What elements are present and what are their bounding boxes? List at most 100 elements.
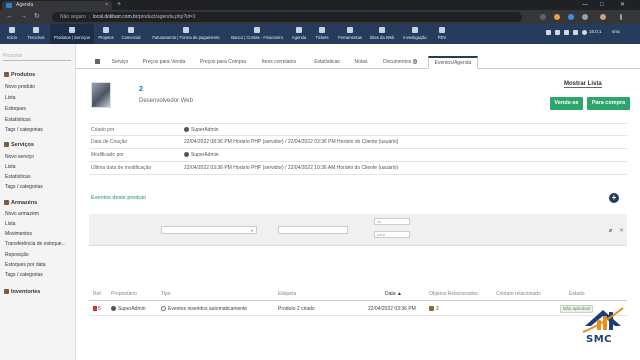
date-from-input[interactable]: de bbox=[374, 218, 410, 225]
table-row[interactable]: 5 SuperAdmin Eventos inseridos automatic… bbox=[89, 302, 627, 316]
menu-item-projetos[interactable]: Projetos bbox=[95, 24, 117, 44]
column-related-objects[interactable]: Objetos Relacionados bbox=[429, 287, 478, 301]
info-label: Modificado por bbox=[91, 152, 124, 158]
sidebar-link-tags[interactable]: Tags / categorias bbox=[5, 184, 43, 190]
tab-precos-compra[interactable]: Preços para Compra bbox=[194, 56, 252, 69]
close-window-icon[interactable]: ✕ bbox=[620, 0, 625, 10]
tab-itens-correlatos[interactable]: Itens correlatos bbox=[254, 56, 304, 69]
sidebar-link-estatisticas[interactable]: Estatísticas bbox=[5, 174, 31, 180]
print-icon[interactable] bbox=[555, 30, 560, 35]
home-icon bbox=[9, 27, 15, 33]
sell-status-button[interactable]: Vende-se bbox=[550, 97, 583, 110]
close-tab-icon[interactable]: × bbox=[105, 1, 108, 10]
url-host: local.dolibarr.com.br bbox=[92, 14, 138, 20]
date-to-input[interactable]: para bbox=[374, 231, 410, 238]
sidebar-search-input[interactable]: Procurar bbox=[3, 52, 71, 61]
menu-item-terceiros[interactable]: Terceiros bbox=[23, 24, 49, 44]
column-ref[interactable]: Ref. bbox=[93, 287, 102, 301]
event-ref-link[interactable]: 5 bbox=[93, 302, 101, 316]
tab-estatisticas[interactable]: Estatísticas bbox=[306, 56, 348, 69]
menu-icon[interactable] bbox=[620, 14, 622, 20]
sidebar-link-novo-servico[interactable]: Novo serviço bbox=[5, 154, 34, 160]
extension-icon[interactable] bbox=[554, 14, 560, 20]
product-icon bbox=[429, 306, 434, 311]
browser-tabbar: Agenda × + — □ ✕ bbox=[0, 0, 640, 10]
event-owner[interactable]: SuperAdmin bbox=[111, 302, 146, 316]
tab-home[interactable] bbox=[90, 56, 104, 69]
menu-item-faturamento[interactable]: Faturamento | Forma de pagamento bbox=[146, 24, 226, 44]
menu-item-inicio[interactable]: Início bbox=[3, 24, 21, 44]
buy-status-button[interactable]: Para compra bbox=[587, 97, 630, 110]
menu-item-produtos[interactable]: Produtos | Serviços bbox=[50, 24, 94, 44]
menu-item-investigacao[interactable]: Investigação bbox=[399, 24, 431, 44]
smc-logo-text: SMC bbox=[586, 334, 612, 345]
sidebar-link-estoques-data[interactable]: Estoques por data bbox=[5, 262, 46, 268]
sidebar-link-lista[interactable]: Lista bbox=[5, 95, 16, 101]
label-filter-input[interactable] bbox=[278, 226, 348, 234]
sidebar-section-inventories[interactable]: Inventories bbox=[4, 289, 40, 295]
maximize-icon[interactable]: □ bbox=[600, 0, 604, 10]
tab-documentos[interactable]: Documentos 0 bbox=[374, 56, 426, 69]
sidebar-link-movimentos[interactable]: Movimentos bbox=[5, 231, 32, 237]
minimize-icon[interactable]: — bbox=[582, 0, 588, 10]
column-date[interactable]: Data ▲ bbox=[385, 287, 402, 301]
bookmark-icon[interactable] bbox=[564, 30, 569, 35]
sidebar-link-estoques[interactable]: Estoques bbox=[5, 106, 26, 112]
tab-precos-venda[interactable]: Preços para Venda bbox=[136, 56, 192, 69]
product-photo[interactable] bbox=[91, 82, 111, 108]
tab-notas[interactable]: Notas bbox=[350, 56, 372, 69]
forward-icon[interactable]: → bbox=[20, 12, 27, 22]
column-label[interactable]: Etiqueta bbox=[278, 287, 296, 301]
column-type[interactable]: Tipo bbox=[161, 287, 171, 301]
menu-item-agenda[interactable]: Agenda bbox=[289, 24, 309, 44]
menu-item-banco[interactable]: Banco | Contas - Financeiro bbox=[227, 24, 287, 44]
type-filter-select[interactable]: ▾ bbox=[161, 226, 257, 234]
sidebar-link-novo-produto[interactable]: Novo produto bbox=[5, 84, 35, 90]
menu-item-sites[interactable]: Sites da Web bbox=[367, 24, 397, 44]
add-event-button[interactable]: + bbox=[609, 193, 619, 203]
show-list-link[interactable]: Mostrar Lista bbox=[564, 81, 602, 88]
lock-icon[interactable] bbox=[573, 30, 578, 35]
invoice-icon bbox=[183, 27, 189, 33]
sidebar-link-lista[interactable]: Lista bbox=[5, 164, 16, 170]
extension-icon[interactable] bbox=[540, 14, 546, 20]
clear-filter-icon[interactable]: ✕ bbox=[619, 227, 624, 234]
menu-item-tickets[interactable]: Tickets bbox=[311, 24, 333, 44]
info-row: Modificado por SuperAdmin bbox=[89, 149, 627, 162]
info-value: 22/04/2022 03:36 PM Horário PHP (servido… bbox=[184, 165, 399, 171]
event-type: Eventos inseridos automaticamente bbox=[161, 302, 247, 316]
extension-icon[interactable] bbox=[568, 14, 574, 20]
back-icon[interactable]: ← bbox=[6, 12, 13, 22]
profile-avatar[interactable] bbox=[600, 14, 606, 20]
cash-register-icon bbox=[439, 27, 445, 33]
sidebar-section-armazens[interactable]: Armazéns bbox=[4, 200, 37, 206]
sidebar-link-transferencia[interactable]: Transferência de estoque... bbox=[5, 241, 66, 247]
product-tabs: Serviço Preços para Venda Preços para Co… bbox=[76, 56, 640, 69]
user-menu[interactable]: smc bbox=[612, 29, 620, 34]
browser-tab[interactable]: Agenda × bbox=[2, 1, 112, 10]
sidebar-link-tags[interactable]: Tags / categorias bbox=[5, 272, 43, 278]
tab-servico[interactable]: Serviço bbox=[106, 56, 134, 69]
search-icon[interactable]: ⌕ bbox=[609, 228, 612, 235]
sidebar-link-reposicao[interactable]: Reposição bbox=[5, 252, 29, 258]
url-field[interactable]: Não seguro | local.dolibarr.com.br/produ… bbox=[52, 12, 522, 22]
sidebar-section-servicos[interactable]: Serviços bbox=[4, 142, 34, 148]
menu-item-comercial[interactable]: Comercial bbox=[118, 24, 144, 44]
reload-icon[interactable]: ↻ bbox=[34, 12, 40, 22]
menu-item-pdv[interactable]: PDV bbox=[434, 24, 450, 44]
info-icon[interactable] bbox=[582, 30, 587, 35]
event-related-link[interactable]: 2 bbox=[429, 302, 439, 316]
event-label: Produto 2 criado bbox=[278, 306, 315, 312]
new-tab-icon[interactable]: + bbox=[117, 1, 121, 9]
sidebar-link-novo-armazem[interactable]: Novo armazém bbox=[5, 211, 39, 217]
help-icon[interactable] bbox=[546, 30, 551, 35]
sidebar-link-estatisticas[interactable]: Estatísticas bbox=[5, 117, 31, 123]
puzzle-icon[interactable] bbox=[582, 14, 588, 20]
sidebar-link-lista[interactable]: Lista bbox=[5, 221, 16, 227]
sidebar-section-produtos[interactable]: Produtos bbox=[4, 72, 35, 78]
menu-item-ferramentas[interactable]: Ferramentas bbox=[335, 24, 365, 44]
sidebar-link-tags[interactable]: Tags / categorias bbox=[5, 127, 43, 133]
column-related-contact[interactable]: Contato relacionado bbox=[496, 287, 541, 301]
column-owner[interactable]: Proprietário bbox=[111, 287, 137, 301]
tab-eventos-agenda[interactable]: Eventos/Agenda bbox=[428, 56, 478, 69]
